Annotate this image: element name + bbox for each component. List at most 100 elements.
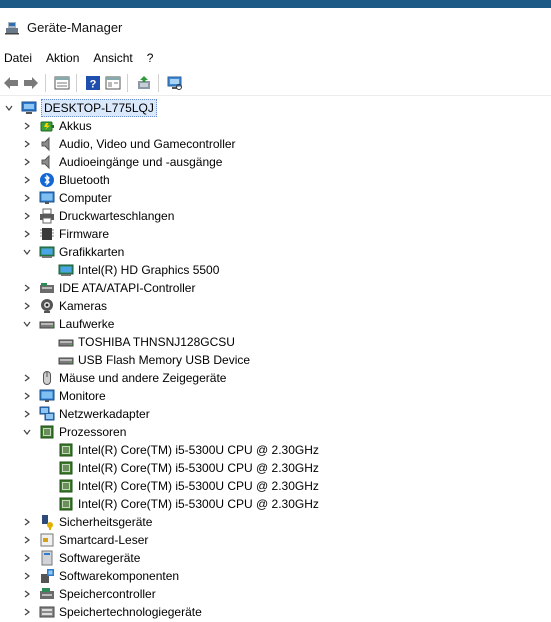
device-category[interactable]: Prozessoren xyxy=(22,423,126,441)
tree-item-label: Mäuse und andere Zeigegeräte xyxy=(59,371,227,385)
chevron-right-icon[interactable] xyxy=(22,607,32,617)
tree-item-label: Akkus xyxy=(59,119,92,133)
device-category[interactable]: Computer xyxy=(22,189,112,207)
device-category[interactable]: Monitore xyxy=(22,387,106,405)
tree-item-label: Softwarekomponenten xyxy=(59,569,180,583)
chevron-right-icon[interactable] xyxy=(22,589,32,599)
chevron-right-icon[interactable] xyxy=(22,409,32,419)
device-category[interactable]: Audioeingänge und -ausgänge xyxy=(22,153,222,171)
chevron-right-icon[interactable] xyxy=(22,517,32,527)
chevron-down-icon[interactable] xyxy=(22,427,32,437)
tree-item-label: Monitore xyxy=(59,389,106,403)
tree-item-label: Smartcard-Leser xyxy=(59,533,149,547)
storage-controller-icon xyxy=(39,586,55,602)
menu-datei[interactable]: Datei xyxy=(0,51,38,65)
device-category[interactable]: Druckwarteschlangen xyxy=(22,207,174,225)
tree-item-label: Bluetooth xyxy=(59,173,110,187)
tree-item-label: Firmware xyxy=(59,227,109,241)
chevron-right-icon[interactable] xyxy=(22,301,32,311)
device-item[interactable]: TOSHIBA THNSNJ128GCSU xyxy=(58,333,235,351)
device-category[interactable]: Audio, Video und Gamecontroller xyxy=(22,135,236,153)
device-category[interactable]: Speichertechnologiegeräte xyxy=(22,603,202,621)
chevron-right-icon[interactable] xyxy=(22,121,32,131)
processor-icon xyxy=(58,478,74,494)
device-category[interactable]: Firmware xyxy=(22,225,109,243)
device-category[interactable]: Bluetooth xyxy=(22,171,110,189)
tree-item-label: Intel(R) Core(TM) i5-5300U CPU @ 2.30GHz xyxy=(78,497,319,511)
menu-bar: Datei Aktion Ansicht ? xyxy=(0,47,551,69)
chevron-right-icon[interactable] xyxy=(22,157,32,167)
menu-ansicht[interactable]: Ansicht xyxy=(89,51,138,65)
device-item[interactable]: USB Flash Memory USB Device xyxy=(58,351,250,369)
device-category[interactable]: Speichercontroller xyxy=(22,585,156,603)
monitor-icon xyxy=(39,388,55,404)
tree-root-label: DESKTOP-L775LQJ xyxy=(41,99,157,117)
tree-item-label: USB Flash Memory USB Device xyxy=(78,353,251,367)
properties-icon[interactable] xyxy=(53,74,71,92)
chevron-down-icon[interactable] xyxy=(4,103,14,113)
device-category[interactable]: IDE ATA/ATAPI-Controller xyxy=(22,279,195,297)
processor-icon xyxy=(58,442,74,458)
device-category[interactable]: Mäuse und andere Zeigegeräte xyxy=(22,369,226,387)
tree-item-label: Netzwerkadapter xyxy=(59,407,150,421)
network-icon xyxy=(39,406,55,422)
menu-aktion[interactable]: Aktion xyxy=(42,51,85,65)
view-icon[interactable] xyxy=(104,74,122,92)
printer-icon xyxy=(39,208,55,224)
device-category[interactable]: Netzwerkadapter xyxy=(22,405,150,423)
device-category[interactable]: Laufwerke xyxy=(22,315,114,333)
tree-root[interactable]: DESKTOP-L775LQJ xyxy=(4,99,157,117)
tree-item-label: Intel(R) Core(TM) i5-5300U CPU @ 2.30GHz xyxy=(78,443,319,457)
forward-icon[interactable] xyxy=(22,74,40,92)
chevron-right-icon[interactable] xyxy=(22,535,32,545)
device-category[interactable]: Grafikkarten xyxy=(22,243,124,261)
device-category[interactable]: Akkus xyxy=(22,117,92,135)
chevron-right-icon[interactable] xyxy=(22,283,32,293)
speaker-icon xyxy=(39,154,55,170)
tree-item-label: Intel(R) Core(TM) i5-5300U CPU @ 2.30GHz xyxy=(78,479,319,493)
software-device-icon xyxy=(39,550,55,566)
toolbar: ? xyxy=(0,71,551,96)
chevron-right-icon[interactable] xyxy=(22,211,32,221)
title-bar: Geräte-Manager xyxy=(0,8,551,46)
ide-controller-icon xyxy=(39,280,55,296)
back-icon[interactable] xyxy=(2,74,20,92)
chevron-right-icon[interactable] xyxy=(22,229,32,239)
chevron-right-icon[interactable] xyxy=(22,553,32,563)
display-adapter-icon xyxy=(39,244,55,260)
help-icon[interactable]: ? xyxy=(84,74,102,92)
chevron-down-icon[interactable] xyxy=(22,247,32,257)
menu-help[interactable]: ? xyxy=(143,51,160,65)
device-item[interactable]: Intel(R) HD Graphics 5500 xyxy=(58,261,219,279)
chevron-down-icon[interactable] xyxy=(22,319,32,329)
chevron-right-icon[interactable] xyxy=(22,193,32,203)
device-item[interactable]: Intel(R) Core(TM) i5-5300U CPU @ 2.30GHz xyxy=(58,477,319,495)
smartcard-icon xyxy=(39,532,55,548)
chevron-right-icon[interactable] xyxy=(22,175,32,185)
bluetooth-icon xyxy=(39,172,55,188)
device-category[interactable]: Softwarekomponenten xyxy=(22,567,179,585)
tree-item-label: Kameras xyxy=(59,299,108,313)
device-category[interactable]: Softwaregeräte xyxy=(22,549,140,567)
device-item[interactable]: Intel(R) Core(TM) i5-5300U CPU @ 2.30GHz xyxy=(58,441,319,459)
scan-hardware-icon[interactable] xyxy=(166,74,184,92)
toolbar-separator xyxy=(158,74,159,92)
update-driver-icon[interactable] xyxy=(135,74,153,92)
chevron-right-icon[interactable] xyxy=(22,373,32,383)
chevron-right-icon[interactable] xyxy=(22,571,32,581)
tree-item-label: IDE ATA/ATAPI-Controller xyxy=(59,281,196,295)
device-item[interactable]: Intel(R) Core(TM) i5-5300U CPU @ 2.30GHz xyxy=(58,495,319,513)
display-adapter-icon xyxy=(58,262,74,278)
device-category[interactable]: Kameras xyxy=(22,297,107,315)
tree-item-label: Druckwarteschlangen xyxy=(59,209,175,223)
processor-icon xyxy=(58,460,74,476)
device-item[interactable]: Intel(R) Core(TM) i5-5300U CPU @ 2.30GHz xyxy=(58,459,319,477)
device-category[interactable]: Sicherheitsgeräte xyxy=(22,513,152,531)
tree-item-label: Laufwerke xyxy=(59,317,115,331)
chevron-right-icon[interactable] xyxy=(22,139,32,149)
chevron-right-icon[interactable] xyxy=(22,391,32,401)
device-category[interactable]: Smartcard-Leser xyxy=(22,531,148,549)
tree-item-label: Softwaregeräte xyxy=(59,551,141,565)
tree-item-label: Audioeingänge und -ausgänge xyxy=(59,155,223,169)
processor-icon xyxy=(39,424,55,440)
